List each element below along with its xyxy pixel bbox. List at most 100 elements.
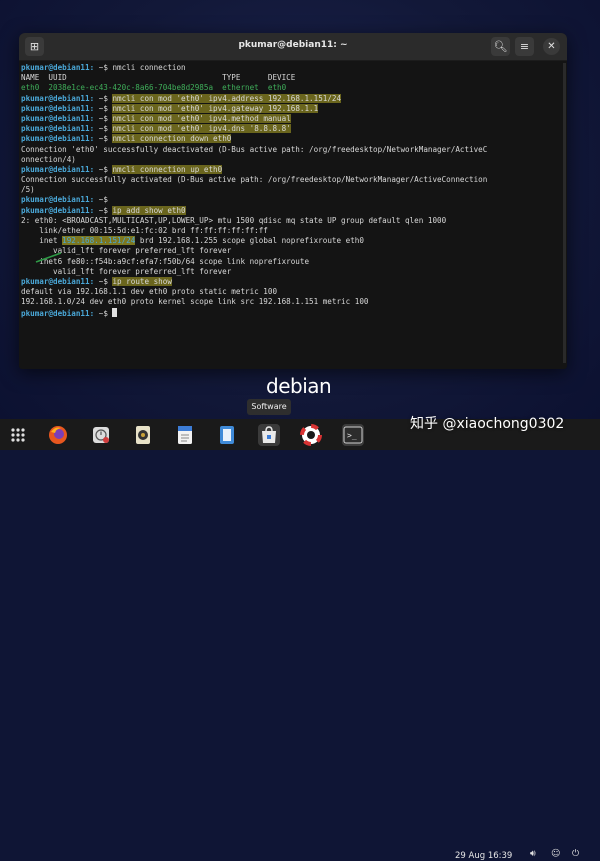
close-icon: ✕ — [547, 41, 556, 52]
output-text: Connection 'eth0' successfully deactivat… — [21, 144, 488, 154]
shell-prompt: pkumar@debian11: — [21, 103, 95, 113]
terminal-command-line: pkumar@debian11: ~$ nmcli con mod 'eth0'… — [21, 93, 561, 104]
command-text: nmcli connection — [112, 63, 186, 72]
prompt-directory: ~ — [94, 276, 104, 286]
watermark: 知乎 @xiaochong0302 — [410, 416, 565, 432]
ip-address: 192.168.1.151/24 — [62, 236, 136, 246]
debian-logo: debian — [266, 374, 332, 398]
terminal-output-line: 2: eth0: <BROADCAST,MULTICAST,UP,LOWER_U… — [21, 216, 561, 226]
search-icon: 🔍︎ — [493, 40, 508, 53]
clock[interactable]: 29 Aug 16:39 — [455, 851, 512, 861]
terminal-command-line: pkumar@debian11: ~$ — [21, 307, 561, 318]
shell-prompt: pkumar@debian11: — [21, 195, 95, 205]
app-grid-button[interactable] — [7, 424, 29, 446]
shell-prompt: pkumar@debian11: — [21, 276, 95, 286]
software-icon — [262, 426, 276, 443]
command-text: nmcli connection up eth0 — [112, 164, 223, 174]
terminal-output-line: Connection successfully activated (D-Bus… — [21, 175, 561, 185]
terminal-output-line: valid_lft forever preferred_lft forever — [21, 246, 561, 256]
output-text: default via 192.168.1.1 dev eth0 proto s… — [21, 287, 278, 297]
output-text: link/ether 00:15:5d:e1:fc:02 brd ff:ff:f… — [21, 226, 268, 235]
power-icon[interactable]: ⏻ — [572, 849, 579, 859]
terminal-output-line: onnection/4) — [21, 155, 561, 165]
svg-text:>_: >_ — [347, 431, 357, 440]
help-icon — [300, 424, 322, 446]
text-editor-button[interactable] — [174, 424, 196, 446]
output-text: eth0 2038e1ce-ec43-420c-8a66-704be8d2985… — [21, 83, 287, 93]
output-text: inet — [21, 236, 63, 246]
terminal-command-line: pkumar@debian11: ~$ nmcli con mod 'eth0'… — [21, 124, 561, 134]
close-button[interactable]: ✕ — [543, 38, 560, 55]
audio-button[interactable] — [132, 424, 154, 446]
prompt-directory: ~ — [94, 195, 104, 205]
software-tooltip: Software — [247, 399, 291, 415]
terminal-command-line: pkumar@debian11: ~$ nmcli con mod 'eth0'… — [21, 113, 561, 124]
clock-icon — [93, 427, 109, 443]
app-grid-icon — [11, 428, 25, 442]
terminal-output-line: eth0 2038e1ce-ec43-420c-8a66-704be8d2985… — [21, 83, 561, 93]
terminal-icon: >_ — [343, 426, 363, 444]
prompt-symbol: $ — [103, 308, 113, 318]
terminal-output[interactable]: pkumar@debian11: ~$ nmcli connection NAME… — [21, 63, 561, 369]
terminal-taskbar-button[interactable]: >_ — [342, 424, 364, 446]
terminal-window[interactable]: ⊞ pkumar@debian11: ~ 🔍︎ ≡ ✕ pkumar@debia… — [19, 33, 567, 369]
output-text: onnection/4) — [21, 154, 76, 164]
terminal-command-line: pkumar@debian11: ~$ ip add show eth0 — [21, 205, 561, 216]
accessibility-icon[interactable]: ☺ — [551, 849, 560, 859]
prompt-directory: ~ — [94, 124, 104, 134]
output-text: Connection successfully activated (D-Bus… — [21, 175, 488, 185]
command-text: nmcli con mod 'eth0' ipv4.gateway 192.16… — [112, 103, 319, 113]
prompt-directory: ~ — [94, 93, 104, 103]
command-text: nmcli connection down eth0 — [112, 134, 232, 144]
terminal-output-line: /5) — [21, 185, 561, 195]
terminal-command-line: pkumar@debian11: ~$ nmcli con mod 'eth0'… — [21, 103, 561, 114]
terminal-output-line: 192.168.1.0/24 dev eth0 proto kernel sco… — [21, 297, 561, 307]
shell-prompt: pkumar@debian11: — [21, 164, 95, 174]
terminal-output-line: NAME UUID TYPE DEVICE — [21, 73, 561, 83]
terminal-titlebar[interactable]: ⊞ pkumar@debian11: ~ 🔍︎ ≡ ✕ — [19, 33, 567, 61]
sound-icon[interactable]: 🔊︎ — [530, 849, 536, 859]
annotation-arrow — [35, 252, 62, 263]
text-cursor — [112, 307, 118, 317]
shell-prompt: pkumar@debian11: — [21, 93, 95, 103]
command-text: ip add show eth0 — [112, 205, 186, 215]
command-text: ip route show — [112, 276, 172, 286]
prompt-directory: ~ — [94, 308, 104, 318]
shell-prompt: pkumar@debian11: — [21, 308, 95, 318]
shell-prompt: pkumar@debian11: — [21, 134, 95, 144]
terminal-output-line: inet6 fe80::f54b:a9cf:efa7:f50b/64 scope… — [21, 257, 561, 267]
notes-icon — [220, 426, 234, 444]
command-text: nmcli con mod 'eth0' ipv4.address 192.16… — [112, 93, 342, 103]
terminal-scrollbar[interactable] — [563, 63, 566, 363]
window-title: pkumar@debian11: ~ — [238, 40, 348, 50]
terminal-command-line: pkumar@debian11: ~$ nmcli connection — [21, 63, 561, 73]
shell-prompt: pkumar@debian11: — [21, 205, 95, 215]
terminal-command-line: pkumar@debian11: ~$ — [21, 195, 561, 205]
help-button[interactable] — [300, 424, 322, 446]
menu-button[interactable]: ≡ — [515, 37, 534, 56]
prompt-directory: ~ — [94, 103, 104, 113]
terminal-command-line: pkumar@debian11: ~$ ip route show — [21, 276, 561, 287]
terminal-output-line: Connection 'eth0' successfully deactivat… — [21, 145, 561, 155]
terminal-output-line: inet 192.168.1.151/24 brd 192.168.1.255 … — [21, 236, 561, 246]
software-button[interactable] — [258, 424, 280, 446]
prompt-directory: ~ — [94, 113, 104, 123]
terminal-output-line: link/ether 00:15:5d:e1:fc:02 brd ff:ff:f… — [21, 226, 561, 236]
search-button[interactable]: 🔍︎ — [491, 37, 510, 56]
firefox-icon — [49, 426, 67, 444]
prompt-directory: ~ — [94, 63, 104, 72]
audio-icon — [136, 426, 150, 444]
prompt-directory: ~ — [94, 205, 104, 215]
prompt-directory: ~ — [94, 164, 104, 174]
terminal-command-line: pkumar@debian11: ~$ nmcli connection up … — [21, 164, 561, 175]
firefox-button[interactable] — [47, 424, 69, 446]
prompt-directory: ~ — [94, 134, 104, 144]
command-text: nmcli con mod 'eth0' ipv4.method manual — [112, 113, 291, 123]
command-text: nmcli con mod 'eth0' ipv4.dns '8.8.8.8' — [112, 124, 291, 134]
output-text: brd 192.168.1.255 scope global noprefixr… — [135, 236, 364, 246]
notes-button[interactable] — [216, 424, 238, 446]
output-text: 2: eth0: <BROADCAST,MULTICAST,UP,LOWER_U… — [21, 215, 447, 225]
clocks-button[interactable] — [90, 424, 112, 446]
output-text: inet6 fe80::f54b:a9cf:efa7:f50b/64 scope… — [21, 256, 310, 266]
shell-prompt: pkumar@debian11: — [21, 63, 95, 72]
